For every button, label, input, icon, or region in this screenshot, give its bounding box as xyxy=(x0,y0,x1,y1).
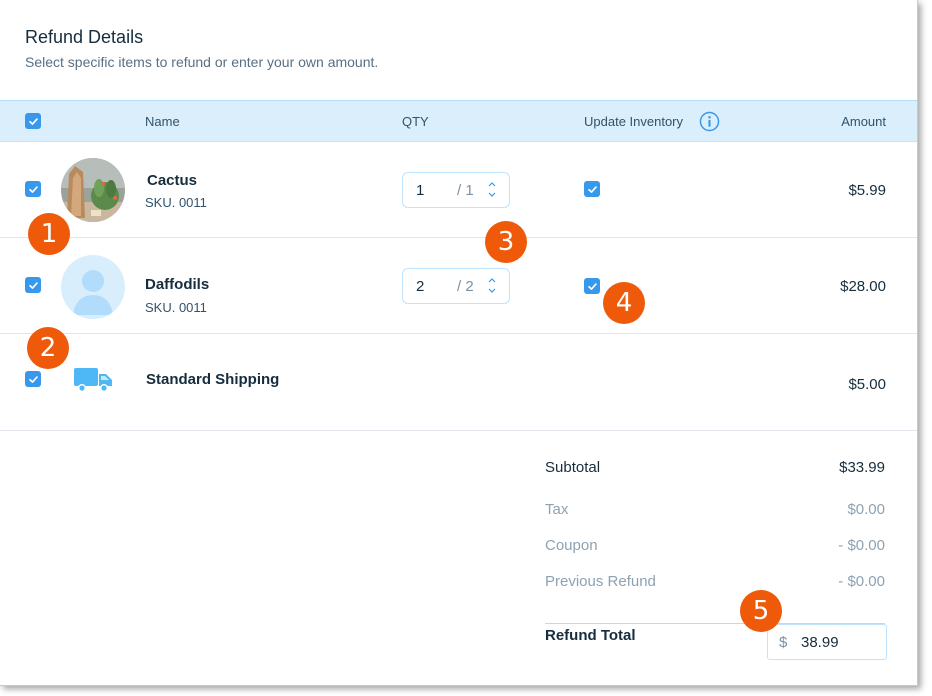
column-header-name: Name xyxy=(145,114,180,129)
quantity-stepper[interactable]: 2 / 2 xyxy=(402,268,510,304)
item-sku: SKU. 0011 xyxy=(145,195,207,210)
shipping-amount: $5.00 xyxy=(848,376,886,393)
item-name: Cactus xyxy=(147,172,198,189)
column-header-update-inventory: Update Inventory xyxy=(584,114,684,129)
item-amount: $5.99 xyxy=(848,182,886,199)
quantity-value[interactable]: 1 xyxy=(416,182,424,199)
check-icon xyxy=(28,375,38,383)
select-all-checkbox[interactable] xyxy=(25,113,41,129)
callout-badge-4: 4 xyxy=(603,282,645,324)
item-name: Daffodils xyxy=(145,276,210,293)
refund-details-panel: Refund Details Select specific items to … xyxy=(0,0,918,686)
table-row: Cactus SKU. 0011 1 / 1 $5.99 xyxy=(0,142,917,238)
update-inventory-checkbox[interactable] xyxy=(584,278,600,294)
check-icon xyxy=(28,117,38,125)
column-header-amount: Amount xyxy=(841,114,886,129)
product-image-cactus xyxy=(61,158,125,222)
table-row: Standard Shipping $5.00 xyxy=(0,334,917,431)
callout-badge-2: 2 xyxy=(27,327,69,369)
page-subtitle: Select specific items to refund or enter… xyxy=(25,54,379,70)
callout-badge-5: 5 xyxy=(740,590,782,632)
check-icon xyxy=(587,185,597,193)
table-header: Name QTY Update Inventory Amount xyxy=(0,100,917,142)
coupon-value: - $0.00 xyxy=(838,537,885,554)
quantity-value[interactable]: 2 xyxy=(416,278,424,295)
callout-badge-1: 1 xyxy=(28,213,70,255)
column-header-qty: QTY xyxy=(402,114,429,129)
tax-value: $0.00 xyxy=(847,501,885,518)
item-checkbox-daffodils[interactable] xyxy=(25,277,41,293)
chevron-up-icon[interactable] xyxy=(487,276,497,284)
shipping-name: Standard Shipping xyxy=(146,371,280,388)
chevron-up-icon[interactable] xyxy=(487,180,497,188)
callout-badge-3: 3 xyxy=(485,221,527,263)
tax-label: Tax xyxy=(545,501,569,518)
check-icon xyxy=(587,282,597,290)
subtotal-label: Subtotal xyxy=(545,459,601,476)
refund-total-input[interactable]: $ 38.99 xyxy=(767,624,887,660)
coupon-label: Coupon xyxy=(545,537,598,554)
item-checkbox-cactus[interactable] xyxy=(25,181,41,197)
info-icon[interactable] xyxy=(699,111,720,132)
subtotal-value: $33.99 xyxy=(839,459,885,476)
quantity-max: / 2 xyxy=(457,278,474,295)
check-icon xyxy=(28,185,38,193)
table-row: Daffodils SKU. 0011 2 / 2 $28.00 xyxy=(0,238,917,334)
previous-refund-value: - $0.00 xyxy=(838,573,885,590)
item-sku: SKU. 0011 xyxy=(145,300,207,315)
chevron-down-icon[interactable] xyxy=(487,287,497,295)
user-placeholder-icon xyxy=(61,255,125,319)
shipping-checkbox[interactable] xyxy=(25,371,41,387)
check-icon xyxy=(28,281,38,289)
quantity-stepper[interactable]: 1 / 1 xyxy=(402,172,510,208)
item-amount: $28.00 xyxy=(840,278,886,295)
previous-refund-label: Previous Refund xyxy=(545,573,656,590)
chevron-down-icon[interactable] xyxy=(487,191,497,199)
refund-total-label: Refund Total xyxy=(545,627,636,644)
refund-total-value[interactable]: 38.99 xyxy=(801,634,839,651)
page-title: Refund Details xyxy=(25,27,144,47)
currency-symbol: $ xyxy=(779,634,788,651)
quantity-max: / 1 xyxy=(457,182,474,199)
update-inventory-checkbox[interactable] xyxy=(584,181,600,197)
truck-icon xyxy=(74,368,112,392)
